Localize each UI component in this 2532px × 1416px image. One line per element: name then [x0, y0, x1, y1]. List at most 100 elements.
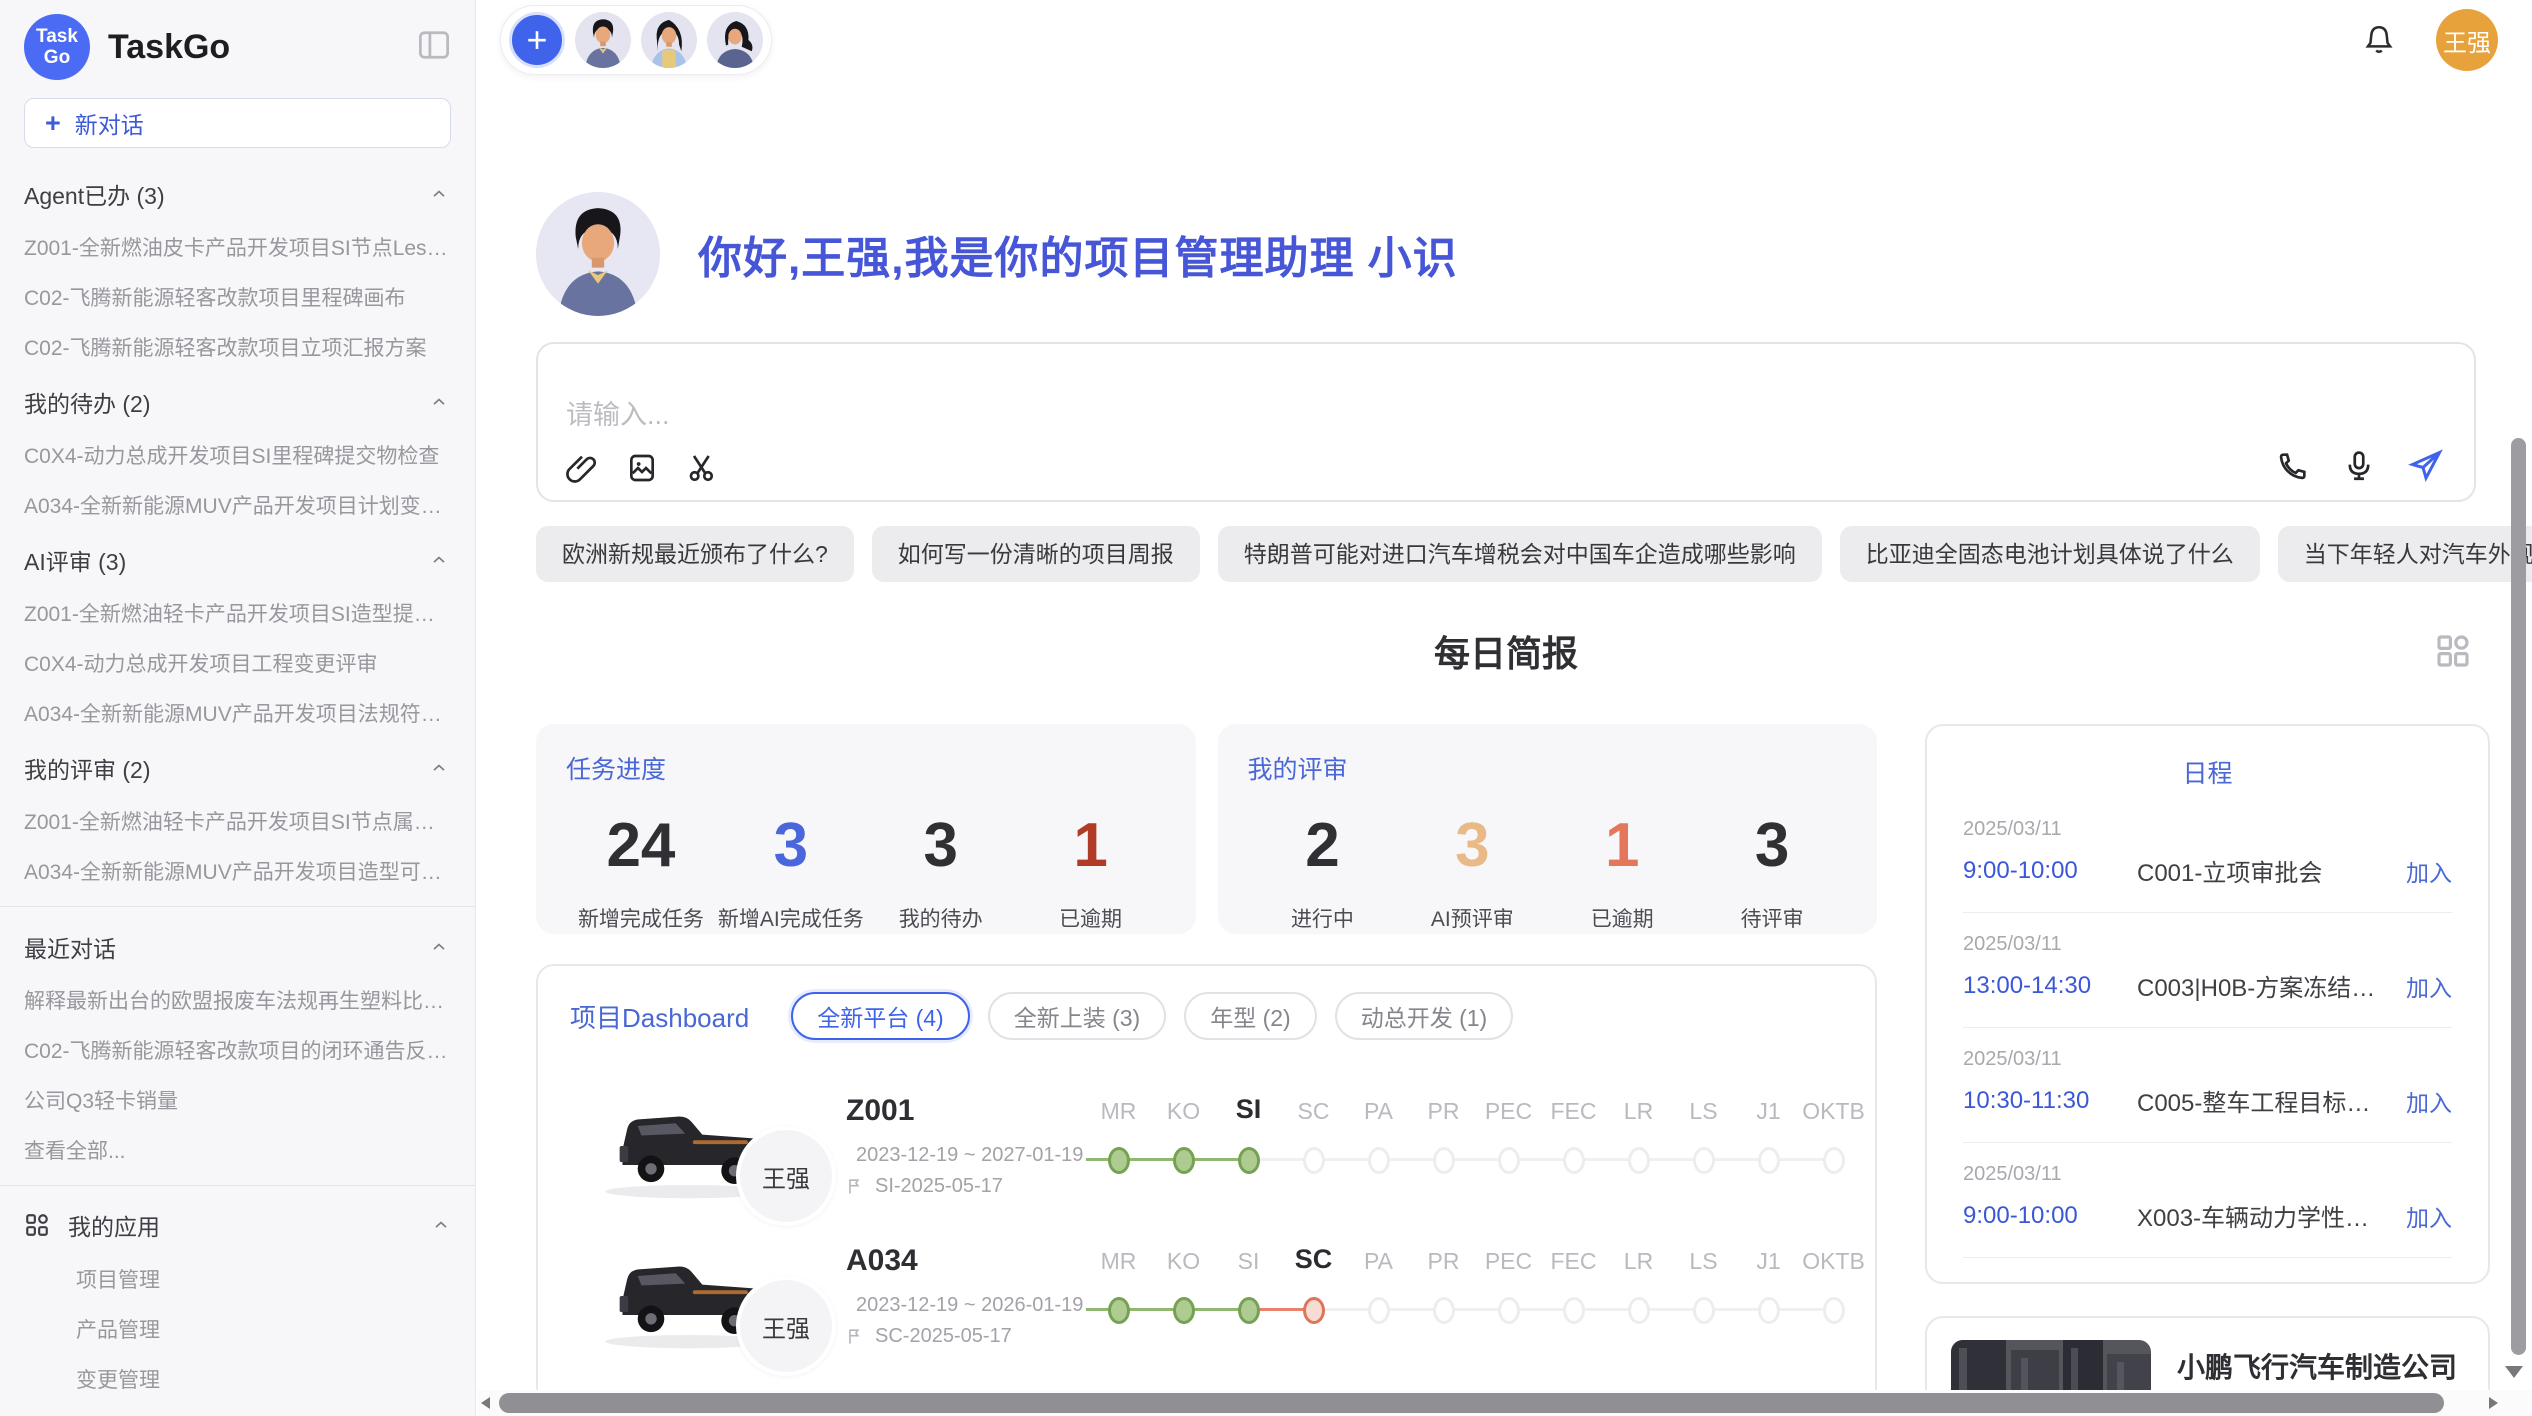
my-apps-title: 我的应用: [68, 1208, 160, 1242]
sidebar-item[interactable]: C0X4-动力总成开发项目工程变更评审: [0, 638, 475, 688]
suggestion-chip[interactable]: 特朗普可能对进口汽车增税会对中国车企造成哪些影响: [1218, 526, 1822, 582]
sidebar-item[interactable]: Z001-全新燃油轻卡产品开发项目SI节点属性5D文件评审: [0, 796, 475, 846]
project-node-text: SC-2025-05-17: [875, 1325, 1012, 1348]
milestone-timeline: MRKOSISCPAPRPECFECLRLSJ1OKTB: [1086, 1091, 1866, 1201]
dashboard-tab[interactable]: 全新平台 (4): [791, 992, 970, 1040]
brief-layout-icon[interactable]: [2432, 630, 2474, 677]
join-button[interactable]: 加入: [2406, 854, 2452, 888]
project-info: A0342023-12-19 ~ 2026-01-19SC-2025-05-17: [846, 1244, 1076, 1348]
stat-value: 3: [1397, 810, 1547, 881]
milestone: OKTB: [1801, 1091, 1866, 1201]
milestone-dot: [1498, 1297, 1520, 1324]
milestone: LR: [1606, 1091, 1671, 1201]
logo-row: Task Go TaskGo: [0, 0, 475, 90]
milestone-label: LS: [1689, 1091, 1717, 1125]
suggestion-chips: 欧洲新规最近颁布了什么? 如何写一份清晰的项目周报特朗普可能对进口汽车增税会对中国…: [536, 526, 2476, 582]
agent-avatar-2[interactable]: [641, 12, 697, 68]
add-agent-button[interactable]: +: [509, 12, 565, 68]
milestone-label: PEC: [1485, 1241, 1532, 1275]
app-item[interactable]: 查看全部...: [0, 1404, 475, 1416]
new-chat-button[interactable]: + 新对话: [24, 98, 451, 148]
app-item[interactable]: 产品管理: [0, 1304, 475, 1354]
attachment-icon[interactable]: [566, 452, 598, 484]
suggestion-chip[interactable]: 比亚迪全固态电池计划具体说了什么: [1840, 526, 2260, 582]
flag-icon: [846, 1177, 865, 1196]
my-apps-header[interactable]: 我的应用: [0, 1196, 475, 1254]
scroll-left-arrow[interactable]: [481, 1397, 490, 1409]
sidebar-item[interactable]: C0X4-动力总成开发项目SI里程碑提交物检查: [0, 430, 475, 480]
join-button[interactable]: 加入: [2406, 969, 2452, 1003]
sidebar-collapse-icon[interactable]: [417, 30, 451, 65]
flag-icon: [846, 1327, 865, 1346]
milestone-label: MR: [1101, 1091, 1137, 1125]
suggestion-chip[interactable]: 当下年轻人对汽车外观有怎样的喜好趋势: [2278, 526, 2532, 582]
recent-chat-item[interactable]: C02-飞腾新能源轻客改款项目的闭环通告反馈情况: [0, 1025, 475, 1075]
scroll-right-arrow[interactable]: [2489, 1397, 2498, 1409]
suggestion-chip[interactable]: 如何写一份清晰的项目周报: [872, 526, 1200, 582]
app-item[interactable]: 项目管理: [0, 1254, 475, 1304]
milestone-dot: [1108, 1297, 1130, 1324]
project-info: Z0012023-12-19 ~ 2027-01-19SI-2025-05-17: [846, 1094, 1076, 1198]
sidebar-section-header[interactable]: 我的待办 (2): [0, 372, 475, 430]
sidebar-item[interactable]: A034-全新新能源MUV产品开发项目造型可行性评审: [0, 846, 475, 896]
scissors-icon[interactable]: [686, 452, 718, 484]
schedule-item: 2025/03/119:00-10:00X003-车辆动力学性能验...加入: [1963, 1143, 2452, 1258]
project-code: A034: [846, 1244, 1076, 1278]
schedule-time: 9:00-10:00: [1963, 1202, 2113, 1230]
recent-chat-item[interactable]: 公司Q3轻卡销量: [0, 1075, 475, 1125]
join-button[interactable]: 加入: [2406, 1084, 2452, 1118]
app-item[interactable]: 变更管理: [0, 1354, 475, 1404]
user-avatar[interactable]: 王强: [2436, 9, 2498, 71]
agent-avatar-1[interactable]: [575, 12, 631, 68]
chat-input[interactable]: [566, 400, 1728, 431]
milestone-dot: [1758, 1147, 1780, 1174]
dashboard-tab[interactable]: 年型 (2): [1184, 992, 1317, 1040]
sidebar-item[interactable]: Z001-全新燃油皮卡产品开发项目SI节点Lesson Learn报告: [0, 222, 475, 272]
join-button[interactable]: 加入: [2406, 1199, 2452, 1233]
dashboard-tab[interactable]: 全新上装 (3): [988, 992, 1167, 1040]
scroll-down-arrow[interactable]: [2505, 1366, 2523, 1378]
sidebar-section-header[interactable]: 我的评审 (2): [0, 738, 475, 796]
sidebar-item[interactable]: C02-飞腾新能源轻客改款项目里程碑画布: [0, 272, 475, 322]
greeting-text: 你好,王强,我是你的项目管理助理 小识: [698, 222, 1458, 286]
voice-call-icon[interactable]: [2276, 449, 2310, 483]
vertical-scrollbar[interactable]: [2511, 438, 2526, 1355]
project-rows: 王强Z0012023-12-19 ~ 2027-01-19SI-2025-05-…: [570, 1080, 1843, 1416]
sidebar-item[interactable]: A034-全新新能源MUV产品开发项目计划变更表编写: [0, 480, 475, 530]
send-icon[interactable]: [2408, 448, 2444, 484]
sidebar-item[interactable]: A034-全新新能源MUV产品开发项目法规符合性评审: [0, 688, 475, 738]
topbar-right: 王强: [2362, 9, 2498, 71]
view-all-schedule-link[interactable]: 查看所有日程: [1963, 1258, 2452, 1284]
recent-chat-item[interactable]: 查看全部...: [0, 1125, 475, 1175]
agent-avatar-3[interactable]: [707, 12, 763, 68]
stat: 1已逾期: [1547, 810, 1697, 933]
chevron-up-icon: [429, 937, 449, 957]
milestone-dot: [1238, 1297, 1260, 1324]
dashboard-tab[interactable]: 动总开发 (1): [1335, 992, 1514, 1040]
milestone-label: J1: [1756, 1091, 1780, 1125]
schedule-title-text: C005-整车工程目标评审: [2137, 1083, 2390, 1118]
notification-bell-icon[interactable]: [2362, 23, 2396, 57]
project-code: Z001: [846, 1094, 1076, 1128]
milestone-dot: [1433, 1147, 1455, 1174]
milestone-dot: [1693, 1297, 1715, 1324]
sidebar-section-header[interactable]: AI评审 (3): [0, 530, 475, 588]
recent-chat-item[interactable]: 解释最新出台的欧盟报废车法规再生塑料比例被调至15%...: [0, 975, 475, 1025]
suggestion-chip[interactable]: 欧洲新规最近颁布了什么?: [536, 526, 854, 582]
milestone-label: SC: [1298, 1091, 1330, 1125]
milestone: PR: [1411, 1091, 1476, 1201]
schedule-row: 10:30-11:30C005-整车工程目标评审加入: [1963, 1083, 2452, 1118]
owner-badge: 王强: [736, 1126, 836, 1226]
horizontal-scrollbar[interactable]: [499, 1393, 2444, 1413]
milestone-dot: [1433, 1297, 1455, 1324]
right-column: 日程 2025/03/119:00-10:00C001-立项审批会加入2025/…: [1925, 724, 2490, 1416]
sidebar-section-header[interactable]: Agent已办 (3): [0, 164, 475, 222]
image-upload-icon[interactable]: [626, 452, 658, 484]
sidebar-item[interactable]: Z001-全新燃油轻卡产品开发项目SI造型提交物评审: [0, 588, 475, 638]
horizontal-scrollbar-track: [477, 1390, 2532, 1416]
microphone-icon[interactable]: [2342, 449, 2376, 483]
app-title: TaskGo: [108, 28, 230, 67]
stat-label: 已逾期: [1547, 903, 1697, 933]
recent-chats-header[interactable]: 最近对话: [0, 917, 475, 975]
sidebar-item[interactable]: C02-飞腾新能源轻客改款项目立项汇报方案: [0, 322, 475, 372]
